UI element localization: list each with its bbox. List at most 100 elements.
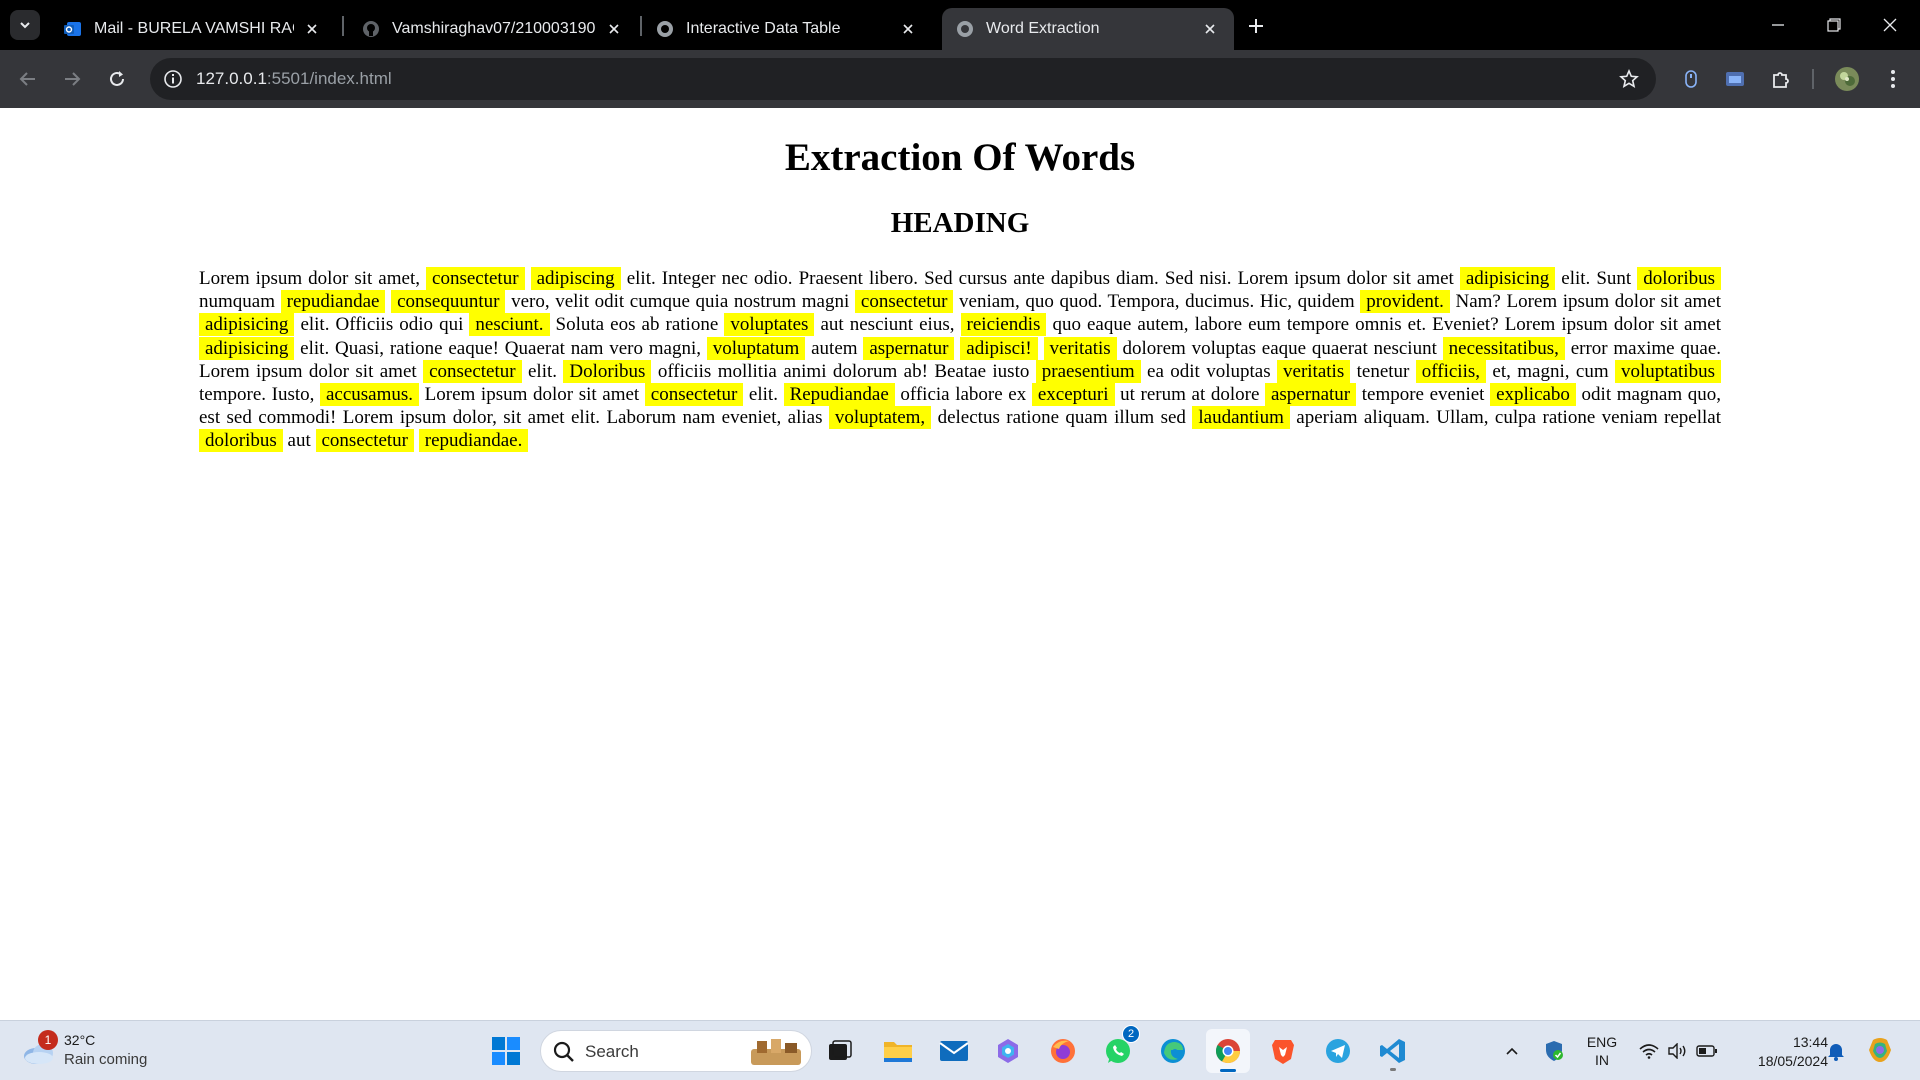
weather-alert-badge: 1	[38, 1030, 58, 1050]
paragraph-text: Soluta eos ab ratione	[549, 314, 725, 336]
windows-start-icon[interactable]	[484, 1029, 528, 1073]
tab-title: Word Extraction	[986, 20, 1100, 37]
paragraph-text: tempore. Iusto,	[199, 384, 320, 406]
highlighted-word: aspernatur	[863, 336, 955, 360]
paragraph-text: numquam	[199, 291, 281, 313]
highlighted-word: Doloribus	[563, 359, 652, 383]
url-text[interactable]: 127.0.0.1:5501/index.html	[196, 69, 392, 89]
web-page: Extraction Of Words HEADING Lorem ipsum …	[0, 108, 1920, 1020]
language-line-1: ENG	[1586, 1034, 1618, 1050]
paragraph-text: Nam? Lorem ipsum dolor sit amet	[1449, 291, 1722, 313]
restore-button[interactable]	[1806, 0, 1862, 50]
reload-button[interactable]	[101, 63, 133, 95]
highlighted-word: excepturi	[1031, 383, 1115, 407]
paragraph-text: elit. Sunt	[1555, 268, 1638, 289]
extensions-puzzle-icon[interactable]	[1766, 64, 1796, 94]
tab-word-extraction[interactable]: Word Extraction	[942, 8, 1234, 50]
telegram-icon[interactable]	[1316, 1029, 1360, 1073]
task-view-icon[interactable]	[818, 1029, 862, 1073]
paragraph-text: autem	[805, 337, 864, 359]
highlighted-word: praesentium	[1035, 359, 1141, 383]
search-highlight-icon	[751, 1039, 801, 1065]
new-tab-button[interactable]	[1242, 12, 1270, 40]
paragraph-text: aperiam aliquam. Ullam, culpa ratione ve…	[1289, 407, 1721, 429]
profile-avatar[interactable]	[1832, 64, 1862, 94]
taskbar-search-box[interactable]: Search	[540, 1030, 812, 1072]
highlighted-word: consectetur	[644, 383, 744, 407]
globe-icon	[956, 20, 974, 38]
highlighted-word: explicabo	[1490, 383, 1576, 407]
weather-condition: Rain coming	[64, 1051, 148, 1068]
paragraph-text	[525, 268, 531, 289]
paragraph-text: officiis mollitia animi dolorum ab! Beat…	[651, 360, 1036, 382]
tab-divider	[342, 16, 344, 36]
copilot-tray-icon[interactable]	[1862, 1029, 1898, 1073]
minimize-button[interactable]	[1750, 0, 1806, 50]
battery-icon[interactable]	[1694, 1029, 1720, 1073]
highlighted-word: repudiandae	[280, 290, 386, 314]
clock[interactable]: 13:44 18/05/2024	[1728, 1033, 1828, 1071]
forward-button[interactable]	[56, 63, 88, 95]
weather-temp: 32°C	[64, 1032, 96, 1048]
github-icon	[362, 20, 380, 38]
show-hidden-icons-button[interactable]	[1500, 1029, 1524, 1073]
copilot-icon[interactable]	[986, 1029, 1030, 1073]
page-heading: HEADING	[890, 207, 1030, 239]
back-button[interactable]	[12, 63, 44, 95]
notifications-bell-icon[interactable]	[1824, 1029, 1848, 1073]
address-bar[interactable]: 127.0.0.1:5501/index.html	[150, 58, 1656, 100]
highlighted-word: adipisicing	[1459, 267, 1556, 290]
chevron-down-icon	[20, 22, 30, 29]
paragraph-text: veniam, quo quod. Tempora, ducimus. Hic,…	[953, 291, 1361, 313]
weather-widget[interactable]: 1 32°C Rain coming	[20, 1030, 170, 1074]
highlighted-word: nesciunt.	[469, 313, 550, 337]
whatsapp-notification-badge: 2	[1122, 1025, 1140, 1043]
paragraph-text: elit. Integer nec odio. Praesent libero.…	[620, 268, 1460, 289]
chrome-icon[interactable]	[1206, 1029, 1250, 1073]
paragraph-text: elit.	[521, 360, 564, 382]
paragraph-text: tempore eveniet	[1356, 384, 1491, 406]
highlighted-word: consectetur	[426, 267, 525, 290]
close-window-button[interactable]	[1862, 0, 1918, 50]
brave-icon[interactable]	[1261, 1029, 1305, 1073]
highlighted-word: adipisicing	[199, 336, 295, 360]
highlighted-word: consequuntur	[391, 290, 506, 314]
extension-mouse-icon[interactable]	[1676, 64, 1706, 94]
close-icon[interactable]	[898, 19, 918, 39]
windows-taskbar: 1 32°C Rain coming Search 2 ENG IN 13:44…	[0, 1020, 1920, 1080]
highlighted-word: doloribus	[1637, 267, 1722, 290]
paragraph-text: delectus ratione quam illum sed	[931, 407, 1193, 429]
chevron-up-icon	[1506, 1047, 1518, 1055]
paragraph-text: quo eaque autem, labore eum tempore omni…	[1046, 314, 1721, 336]
highlighted-word: accusamus.	[319, 383, 420, 407]
browser-tabstrip: Mail - BURELA VAMSHI RAGHA Vamshiraghav0…	[0, 0, 1920, 50]
file-explorer-icon[interactable]	[876, 1029, 920, 1073]
tab-mail[interactable]: Mail - BURELA VAMSHI RAGHA	[50, 8, 336, 50]
more-menu-icon[interactable]	[1878, 64, 1908, 94]
page-title: Extraction Of Words	[784, 136, 1136, 179]
highlighted-word: adipiscing	[530, 267, 621, 290]
tab-github[interactable]: Vamshiraghav07/2100031903_F	[348, 8, 638, 50]
mail-icon[interactable]	[932, 1029, 976, 1073]
wifi-icon[interactable]	[1636, 1029, 1662, 1073]
site-info-icon[interactable]	[162, 68, 184, 90]
paragraph-text: aut	[282, 430, 316, 452]
paragraph-text: elit.	[743, 384, 784, 406]
security-shield-icon[interactable]	[1540, 1029, 1568, 1073]
close-icon[interactable]	[604, 19, 624, 39]
firefox-icon[interactable]	[1041, 1029, 1085, 1073]
edge-icon[interactable]	[1151, 1029, 1195, 1073]
highlighted-word: provident.	[1360, 290, 1450, 314]
paragraph: Lorem ipsum dolor sit amet, consectetur …	[199, 267, 1721, 453]
vscode-icon[interactable]	[1371, 1029, 1415, 1073]
bookmark-star-icon[interactable]	[1618, 68, 1640, 90]
close-icon[interactable]	[1200, 19, 1220, 39]
whatsapp-icon[interactable]: 2	[1096, 1025, 1140, 1073]
tab-interactive-data-table[interactable]: Interactive Data Table	[642, 8, 932, 50]
extension-window-icon[interactable]	[1720, 64, 1750, 94]
close-icon[interactable]	[302, 19, 322, 39]
volume-icon[interactable]	[1664, 1029, 1690, 1073]
clock-time: 13:44	[1792, 1034, 1828, 1050]
language-indicator[interactable]: ENG IN	[1582, 1033, 1622, 1069]
tab-search-button[interactable]	[10, 10, 40, 40]
